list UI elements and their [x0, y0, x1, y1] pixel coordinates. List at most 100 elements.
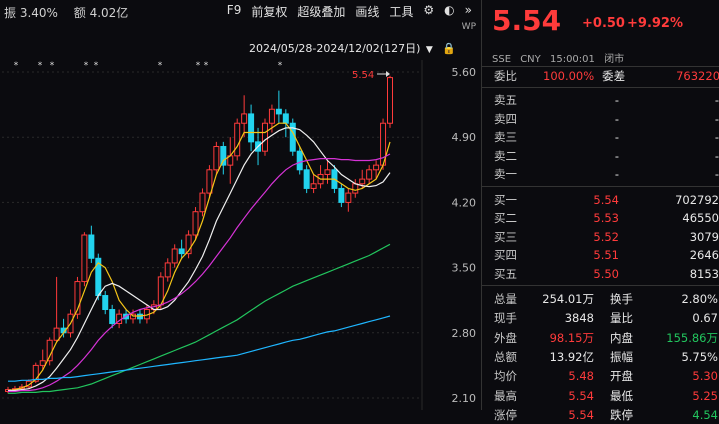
stat-label: 最低	[610, 388, 633, 403]
y-tick-label: 4.90	[452, 131, 477, 144]
buy-volume: 46550	[682, 211, 719, 225]
candle-body	[213, 146, 220, 171]
last-price-label: 5.54	[352, 70, 374, 81]
buy-row: 买三 5.52 3079	[482, 228, 719, 246]
candle-body	[241, 113, 248, 124]
candle-body	[345, 192, 352, 203]
candle-body	[39, 360, 46, 366]
stat-row: 均价 5.48 开盘 5.30	[482, 367, 719, 385]
stat-value: 5.75%	[681, 349, 718, 364]
stat-label: 均价	[494, 369, 517, 384]
stat-label: 涨停	[494, 407, 517, 422]
candle-body	[164, 262, 171, 278]
candle-body	[296, 150, 303, 171]
buy-label: 买二	[494, 211, 517, 225]
buy-price: 5.51	[593, 248, 619, 262]
candle-body	[199, 192, 206, 213]
candle-body	[366, 169, 373, 180]
kline-svg: 5.604.904.203.502.802.10* * * * * * * * *5.54	[2, 60, 477, 410]
candle-body	[310, 183, 317, 189]
candle-body	[352, 183, 359, 194]
stat-value: 0.67	[692, 311, 718, 326]
price-change: +0.50	[582, 16, 625, 31]
candle-body	[206, 169, 213, 194]
buy-price: 5.53	[593, 211, 619, 225]
candle-body	[178, 248, 185, 255]
price-change-pct: +9.92%	[627, 16, 683, 31]
stat-row: 总量 254.01万 换手 2.80%	[482, 290, 719, 308]
buy-row: 买四 5.51 2646	[482, 246, 719, 264]
buy-row: 买二 5.53 46550	[482, 209, 719, 227]
kline-chart-area[interactable]: 振 3.40% 额 4.02亿 F9 前复权 超级叠加 画线 工具 ⚙ ◐ » …	[0, 0, 480, 410]
buy-row: 买一 5.54 702792	[482, 191, 719, 209]
candle-body	[338, 187, 345, 203]
candle-body	[109, 309, 116, 324]
candle-body	[220, 146, 227, 166]
divider	[482, 185, 719, 187]
event-star-icon: *	[94, 61, 99, 71]
sell-label: 卖一	[494, 167, 517, 181]
buy-label: 买五	[494, 266, 517, 281]
sell-price: -	[614, 93, 619, 107]
candle-body	[192, 211, 199, 236]
stat-row: 最高 5.54 最低 5.25	[482, 387, 719, 405]
event-star-icon: *	[50, 61, 55, 71]
divider	[482, 285, 719, 286]
stat-row: 涨停 5.54 跌停 4.54	[482, 406, 719, 424]
buy-volume: 8153	[689, 266, 719, 281]
stat-value: 5.25	[692, 388, 718, 403]
stat-value: 98.15万	[549, 330, 594, 345]
buy-price: 5.54	[593, 192, 619, 207]
candle-body	[303, 169, 310, 189]
y-tick-label: 5.60	[452, 66, 477, 79]
ma-line-ma5	[7, 122, 391, 392]
sell-row: 卖一 - -	[482, 165, 719, 183]
stat-label: 现手	[494, 311, 517, 326]
sell-label: 卖四	[494, 111, 517, 126]
candle-body	[234, 122, 241, 157]
candle-body	[282, 113, 289, 124]
buy-label: 买一	[494, 192, 517, 207]
stat-row: 外盘 98.15万 内盘 155.86万	[482, 329, 719, 347]
stat-value: 13.92亿	[549, 349, 594, 364]
buy-label: 买四	[494, 248, 517, 262]
stat-label: 振幅	[610, 349, 633, 364]
candle-body	[53, 327, 60, 341]
sell-price: -	[614, 111, 619, 126]
buy-volume: 2646	[689, 248, 719, 262]
candle-body	[268, 108, 275, 124]
candle-body	[171, 248, 178, 264]
y-tick-label: 2.80	[452, 327, 477, 340]
sell-price: -	[614, 148, 619, 163]
stat-value: 5.30	[692, 369, 718, 384]
y-tick-label: 3.50	[452, 262, 477, 275]
y-tick-label: 4.20	[452, 196, 477, 209]
candle-body	[102, 295, 109, 311]
stat-label: 外盘	[494, 330, 517, 345]
stat-value: 2.80%	[681, 292, 718, 306]
buy-volume: 3079	[689, 229, 719, 244]
sell-volume: -	[714, 93, 719, 107]
time-label: 15:00:01	[549, 54, 595, 65]
sell-label: 卖三	[494, 130, 517, 144]
sell-label: 卖二	[494, 148, 517, 163]
divider	[482, 87, 719, 88]
stat-value: 5.48	[568, 369, 594, 384]
candle-body	[359, 178, 366, 185]
sell-price: -	[614, 167, 619, 181]
stat-value: 3848	[564, 311, 594, 326]
sell-row: 卖二 - -	[482, 147, 719, 165]
stat-label: 最高	[494, 388, 517, 403]
sell-volume: -	[714, 111, 719, 126]
weicha-value: 763220	[676, 69, 719, 83]
stat-label: 换手	[610, 292, 633, 306]
buy-price: 5.50	[593, 266, 619, 281]
weibi-row: 委比 100.00% 委差 763220	[482, 67, 719, 85]
stat-label: 总量	[494, 292, 517, 306]
stat-label: 开盘	[610, 369, 633, 384]
ma-line-ma60	[8, 243, 391, 394]
currency-label: CNY	[520, 54, 541, 65]
sell-row: 卖五 - -	[482, 91, 719, 109]
event-star-icon: *	[38, 61, 43, 71]
stat-value: 254.01万	[542, 292, 594, 306]
